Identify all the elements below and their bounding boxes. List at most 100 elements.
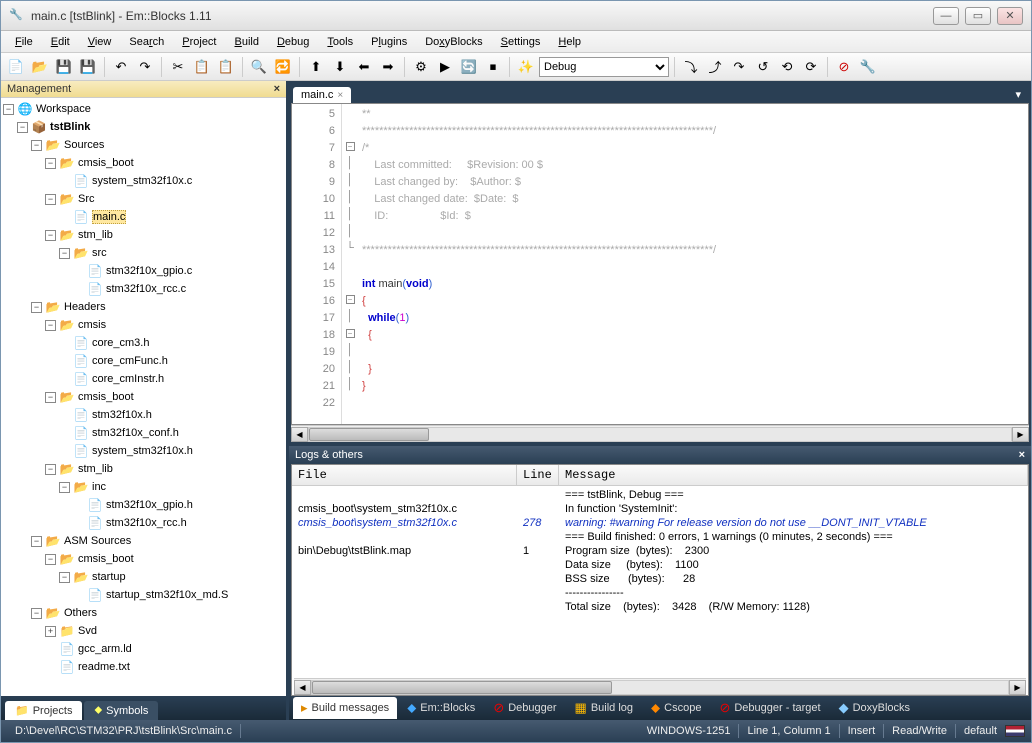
find-icon[interactable]: 🔍 — [248, 56, 270, 78]
menu-search[interactable]: Search — [121, 34, 172, 50]
code-editor[interactable]: 567 8910 111213 141516 171819 202122 −││… — [291, 103, 1029, 425]
save-all-icon[interactable]: 💾 — [77, 56, 99, 78]
stop-debug-icon[interactable]: ⊘ — [833, 56, 855, 78]
tab-build-log[interactable]: ▦Build log — [567, 697, 642, 719]
tree-asm-cmsis-boot[interactable]: −📂cmsis_boot — [3, 550, 284, 568]
tree-readme[interactable]: 📄readme.txt — [3, 658, 284, 676]
tree-core-cmfunc[interactable]: 📄core_cmFunc.h — [3, 352, 284, 370]
minimize-button[interactable]: — — [933, 7, 959, 25]
tree-main-c[interactable]: 📄main.c — [3, 208, 284, 226]
code-content[interactable]: ** *************************************… — [358, 104, 1028, 424]
tree-system-stm32-h[interactable]: 📄system_stm32f10x.h — [3, 442, 284, 460]
tree-others[interactable]: −📂Others — [3, 604, 284, 622]
open-file-icon[interactable]: 📂 — [29, 56, 51, 78]
tree-asm-sources[interactable]: −📂ASM Sources — [3, 532, 284, 550]
tree-project[interactable]: −📦tstBlink — [3, 118, 284, 136]
nav3-icon[interactable]: ⬅ — [353, 56, 375, 78]
menu-debug[interactable]: Debug — [269, 34, 317, 50]
tree-gpio-h[interactable]: 📄stm32f10x_gpio.h — [3, 496, 284, 514]
save-icon[interactable]: 💾 — [53, 56, 75, 78]
new-file-icon[interactable]: 📄 — [5, 56, 27, 78]
nav1-icon[interactable]: ⬆ — [305, 56, 327, 78]
menu-doxyblocks[interactable]: DoxyBlocks — [417, 34, 490, 50]
tree-stm-lib-src[interactable]: −📂src — [3, 244, 284, 262]
management-close-icon[interactable]: × — [274, 83, 280, 95]
tab-debugger-target[interactable]: ⊘Debugger - target — [711, 697, 828, 719]
locale-flag-icon[interactable] — [1005, 725, 1025, 737]
fold-column[interactable]: −│││││└ −│−│││ — [342, 104, 358, 424]
menu-help[interactable]: Help — [550, 34, 589, 50]
nav2-icon[interactable]: ⬇ — [329, 56, 351, 78]
menu-file[interactable]: File — [7, 34, 41, 50]
log-body[interactable]: === tstBlink, Debug === cmsis_boot\syste… — [292, 486, 1028, 616]
scroll-left-icon[interactable]: ◀ — [291, 427, 308, 442]
undo-icon[interactable]: ↶ — [110, 56, 132, 78]
tab-overflow-icon[interactable]: ▾ — [1009, 86, 1027, 103]
maximize-button[interactable]: ▭ — [965, 7, 991, 25]
menu-tools[interactable]: Tools — [319, 34, 361, 50]
menu-project[interactable]: Project — [174, 34, 224, 50]
editor-tab-main-c[interactable]: main.c × — [293, 87, 351, 103]
wand-icon[interactable]: ✨ — [515, 56, 537, 78]
logs-close-icon[interactable]: × — [1019, 449, 1025, 461]
close-button[interactable]: ✕ — [997, 7, 1023, 25]
tree-cmsis-boot-h[interactable]: −📂cmsis_boot — [3, 388, 284, 406]
project-tree[interactable]: −🌐Workspace −📦tstBlink −📂Sources −📂cmsis… — [1, 98, 286, 696]
build-icon[interactable]: ⚙ — [410, 56, 432, 78]
logs-scroll-right-icon[interactable]: ▶ — [1009, 680, 1026, 695]
tab-doxyblocks[interactable]: ◆DoxyBlocks — [831, 697, 918, 719]
tree-rcc-c[interactable]: 📄stm32f10x_rcc.c — [3, 280, 284, 298]
menu-plugins[interactable]: Plugins — [363, 34, 415, 50]
tree-system-stm32-c[interactable]: 📄system_stm32f10x.c — [3, 172, 284, 190]
debug-step6-icon[interactable]: ⟳ — [800, 56, 822, 78]
run-icon[interactable]: ▶ — [434, 56, 456, 78]
editor-hscroll[interactable]: ◀ ▶ — [291, 425, 1029, 442]
debug-step1-icon[interactable]: ⤵ — [680, 56, 702, 78]
paste-icon[interactable]: 📋 — [215, 56, 237, 78]
logs-hscroll[interactable]: ◀ ▶ — [294, 678, 1026, 695]
tree-headers[interactable]: −📂Headers — [3, 298, 284, 316]
tree-stm-lib[interactable]: −📂stm_lib — [3, 226, 284, 244]
redo-icon[interactable]: ↷ — [134, 56, 156, 78]
tree-cmsis-boot[interactable]: −📂cmsis_boot — [3, 154, 284, 172]
replace-icon[interactable]: 🔁 — [272, 56, 294, 78]
debug-step2-icon[interactable]: ⤴ — [704, 56, 726, 78]
scroll-right-icon[interactable]: ▶ — [1012, 427, 1029, 442]
tab-cscope[interactable]: ⬥Cscope — [643, 697, 709, 719]
tool-icon[interactable]: 🔧 — [857, 56, 879, 78]
tab-build-messages[interactable]: ▸Build messages — [293, 697, 397, 719]
tree-svd[interactable]: +📁Svd — [3, 622, 284, 640]
tab-debugger[interactable]: ⊘Debugger — [485, 697, 564, 719]
tab-symbols[interactable]: ⬥Symbols — [84, 701, 158, 720]
tab-close-icon[interactable]: × — [337, 90, 343, 101]
tree-gpio-c[interactable]: 📄stm32f10x_gpio.c — [3, 262, 284, 280]
tree-cmsis[interactable]: −📂cmsis — [3, 316, 284, 334]
tree-core-cm3[interactable]: 📄core_cm3.h — [3, 334, 284, 352]
tree-src[interactable]: −📂Src — [3, 190, 284, 208]
stop-icon[interactable]: ⏹ — [482, 56, 504, 78]
menu-edit[interactable]: Edit — [43, 34, 78, 50]
cut-icon[interactable]: ✂ — [167, 56, 189, 78]
nav4-icon[interactable]: ➡ — [377, 56, 399, 78]
tree-core-cminstr[interactable]: 📄core_cmInstr.h — [3, 370, 284, 388]
tree-inc[interactable]: −📂inc — [3, 478, 284, 496]
tree-sources[interactable]: −📂Sources — [3, 136, 284, 154]
menu-build[interactable]: Build — [227, 34, 267, 50]
debug-step4-icon[interactable]: ↺ — [752, 56, 774, 78]
tree-rcc-h[interactable]: 📄stm32f10x_rcc.h — [3, 514, 284, 532]
tree-workspace[interactable]: −🌐Workspace — [3, 100, 284, 118]
debug-step5-icon[interactable]: ⟲ — [776, 56, 798, 78]
menu-settings[interactable]: Settings — [493, 34, 549, 50]
menu-view[interactable]: View — [80, 34, 120, 50]
tree-stm-lib-h[interactable]: −📂stm_lib — [3, 460, 284, 478]
tab-projects[interactable]: 📁Projects — [5, 701, 82, 720]
build-config-select[interactable]: Debug — [539, 57, 669, 77]
tab-emblocks[interactable]: ⬥Em::Blocks — [399, 697, 483, 719]
copy-icon[interactable]: 📋 — [191, 56, 213, 78]
rebuild-icon[interactable]: 🔄 — [458, 56, 480, 78]
tree-stm32f10x-conf[interactable]: 📄stm32f10x_conf.h — [3, 424, 284, 442]
logs-scroll-left-icon[interactable]: ◀ — [294, 680, 311, 695]
tree-gcc-arm[interactable]: 📄gcc_arm.ld — [3, 640, 284, 658]
debug-step3-icon[interactable]: ↷ — [728, 56, 750, 78]
tree-stm32f10x-h[interactable]: 📄stm32f10x.h — [3, 406, 284, 424]
